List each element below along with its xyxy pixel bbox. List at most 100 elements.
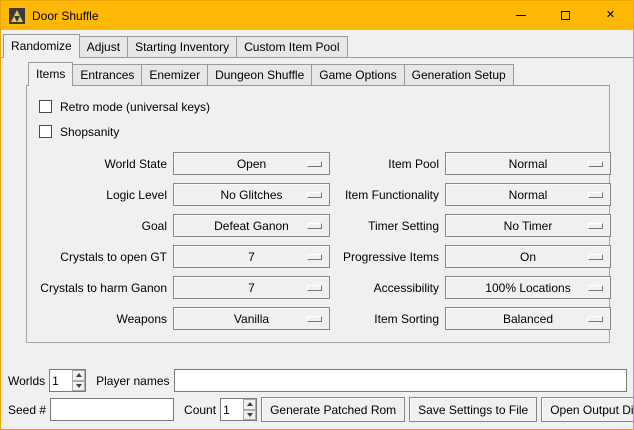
- dropdown-value: Vanilla: [234, 312, 269, 326]
- minimize-icon: [516, 15, 526, 16]
- tab-randomize[interactable]: Randomize: [3, 34, 80, 58]
- tab-enemizer[interactable]: Enemizer: [141, 64, 208, 85]
- world-state-dropdown[interactable]: Open: [173, 152, 330, 175]
- timer-setting-dropdown[interactable]: No Timer: [445, 214, 611, 237]
- count-label: Count: [184, 403, 216, 417]
- progressive-items-dropdown[interactable]: On: [445, 245, 611, 268]
- inner-notebook: Items Entrances Enemizer Dungeon Shuffle…: [26, 62, 610, 343]
- count-spinbox[interactable]: [220, 398, 257, 421]
- dropdown-value: 7: [248, 281, 255, 295]
- dropdown-value: Normal: [509, 188, 548, 202]
- dropdown-value: Defeat Ganon: [214, 219, 289, 233]
- crystals-open-gt-label: Crystals to open GT: [39, 250, 167, 264]
- tab-custom-item-pool[interactable]: Custom Item Pool: [236, 36, 347, 57]
- dropdown-indicator-icon: [588, 223, 603, 229]
- dropdown-indicator-icon: [307, 316, 322, 322]
- worlds-label: Worlds: [8, 374, 45, 388]
- count-spin-arrows: [243, 399, 256, 420]
- close-icon: ✕: [606, 10, 615, 21]
- app-window: Door Shuffle ✕ Randomize Adjust Starting…: [0, 0, 634, 430]
- item-pool-dropdown[interactable]: Normal: [445, 152, 611, 175]
- app-icon: [9, 8, 25, 24]
- goal-dropdown[interactable]: Defeat Ganon: [173, 214, 330, 237]
- retro-mode-label: Retro mode (universal keys): [60, 100, 210, 114]
- inner-tab-bar: Items Entrances Enemizer Dungeon Shuffle…: [26, 62, 610, 86]
- shopsanity-checkbox[interactable]: [39, 125, 52, 138]
- window-title: Door Shuffle: [32, 9, 99, 23]
- settings-grid: World State Open Item Pool Normal Logic …: [39, 152, 601, 330]
- dropdown-indicator-icon: [588, 285, 603, 291]
- shopsanity-label: Shopsanity: [60, 125, 119, 139]
- logic-level-dropdown[interactable]: No Glitches: [173, 183, 330, 206]
- open-output-directory-button[interactable]: Open Output Directory: [541, 397, 634, 422]
- spin-down-icon: [76, 384, 82, 388]
- player-names-label: Player names: [96, 374, 169, 388]
- tab-adjust[interactable]: Adjust: [79, 36, 128, 57]
- logic-level-label: Logic Level: [39, 188, 167, 202]
- maximize-icon: [561, 11, 570, 20]
- tab-dungeon-shuffle[interactable]: Dungeon Shuffle: [207, 64, 312, 85]
- item-pool-label: Item Pool: [336, 157, 439, 171]
- count-spin-down-button[interactable]: [243, 410, 256, 421]
- retro-mode-row: Retro mode (universal keys): [39, 94, 601, 119]
- accessibility-dropdown[interactable]: 100% Locations: [445, 276, 611, 299]
- crystals-harm-ganon-dropdown[interactable]: 7: [173, 276, 330, 299]
- accessibility-label: Accessibility: [336, 281, 439, 295]
- dropdown-value: 7: [248, 250, 255, 264]
- seed-input[interactable]: [50, 398, 174, 421]
- count-spin-up-button[interactable]: [243, 399, 256, 410]
- item-sorting-label: Item Sorting: [336, 312, 439, 326]
- tab-starting-inventory[interactable]: Starting Inventory: [127, 36, 237, 57]
- worlds-input[interactable]: [50, 370, 72, 391]
- dropdown-value: Normal: [509, 157, 548, 171]
- worlds-spinbox[interactable]: [49, 369, 86, 392]
- bottom-bar: Worlds Player names Seed # Count: [1, 369, 633, 429]
- weapons-label: Weapons: [39, 312, 167, 326]
- seed-row: Seed # Count Generate Patched Rom Save S…: [8, 397, 627, 422]
- tab-items[interactable]: Items: [28, 62, 73, 86]
- item-functionality-label: Item Functionality: [336, 188, 439, 202]
- maximize-button[interactable]: [543, 1, 588, 30]
- dropdown-value: No Timer: [504, 219, 553, 233]
- tab-game-options[interactable]: Game Options: [311, 64, 404, 85]
- weapons-dropdown[interactable]: Vanilla: [173, 307, 330, 330]
- spin-down-icon: [247, 413, 253, 417]
- crystals-open-gt-dropdown[interactable]: 7: [173, 245, 330, 268]
- tab-entrances[interactable]: Entrances: [72, 64, 142, 85]
- minimize-button[interactable]: [498, 1, 543, 30]
- dropdown-indicator-icon: [588, 254, 603, 260]
- save-settings-button[interactable]: Save Settings to File: [409, 397, 537, 422]
- titlebar: Door Shuffle ✕: [1, 1, 633, 30]
- dropdown-value: Open: [237, 157, 266, 171]
- retro-mode-checkbox[interactable]: [39, 100, 52, 113]
- dropdown-indicator-icon: [307, 254, 322, 260]
- dropdown-value: No Glitches: [220, 188, 282, 202]
- worlds-row: Worlds Player names: [8, 369, 627, 392]
- tab-generation-setup[interactable]: Generation Setup: [404, 64, 514, 85]
- dropdown-indicator-icon: [307, 161, 322, 167]
- dropdown-value: 100% Locations: [485, 281, 570, 295]
- player-names-input[interactable]: [174, 369, 628, 392]
- item-sorting-dropdown[interactable]: Balanced: [445, 307, 611, 330]
- goal-label: Goal: [39, 219, 167, 233]
- dropdown-indicator-icon: [588, 161, 603, 167]
- timer-setting-label: Timer Setting: [336, 219, 439, 233]
- dropdown-indicator-icon: [307, 223, 322, 229]
- worlds-spin-down-button[interactable]: [72, 381, 85, 392]
- progressive-items-label: Progressive Items: [336, 250, 439, 264]
- dropdown-indicator-icon: [588, 192, 603, 198]
- dropdown-value: Balanced: [503, 312, 553, 326]
- shopsanity-row: Shopsanity: [39, 119, 601, 144]
- world-state-label: World State: [39, 157, 167, 171]
- dropdown-indicator-icon: [307, 192, 322, 198]
- count-input[interactable]: [221, 399, 243, 420]
- client-area: Randomize Adjust Starting Inventory Cust…: [1, 30, 633, 429]
- generate-patched-rom-button[interactable]: Generate Patched Rom: [261, 397, 405, 422]
- dropdown-indicator-icon: [307, 285, 322, 291]
- seed-label: Seed #: [8, 403, 46, 417]
- outer-tab-bar: Randomize Adjust Starting Inventory Cust…: [1, 34, 633, 58]
- worlds-spin-up-button[interactable]: [72, 370, 85, 381]
- crystals-harm-ganon-label: Crystals to harm Ganon: [39, 281, 167, 295]
- close-button[interactable]: ✕: [588, 1, 633, 30]
- item-functionality-dropdown[interactable]: Normal: [445, 183, 611, 206]
